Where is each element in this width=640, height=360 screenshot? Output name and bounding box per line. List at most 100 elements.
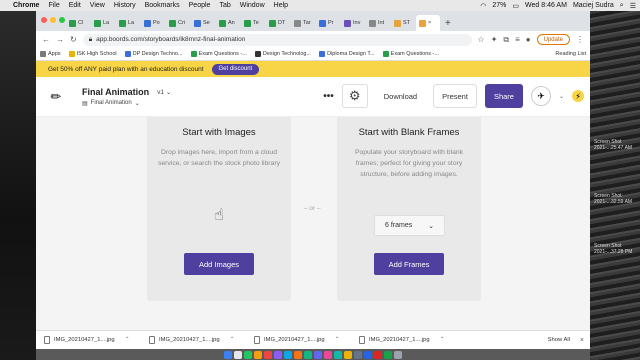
frames-count-select[interactable]: 6 frames ⌄ — [374, 215, 445, 236]
app-icon[interactable] — [344, 350, 352, 359]
more-menu-icon[interactable]: ⋮ — [576, 35, 584, 44]
bookmark-item[interactable]: Diploma Design T... — [319, 51, 375, 57]
app-icon[interactable] — [304, 350, 312, 359]
share-button[interactable]: Share — [484, 84, 523, 108]
app-icon[interactable] — [384, 350, 392, 359]
menu-help[interactable]: Help — [274, 2, 288, 9]
app-icon[interactable] — [334, 350, 342, 359]
address-bar[interactable]: 🔒︎ app.boords.com/storyboards/lk8mnz-fin… — [82, 33, 472, 46]
project-title[interactable]: Final Animation — [82, 87, 149, 97]
chevron-up-icon[interactable]: ⌃ — [125, 337, 130, 343]
extension-icon[interactable]: ✦ — [491, 35, 498, 44]
avatar[interactable]: ✈ — [530, 86, 551, 106]
trash-icon[interactable] — [394, 350, 402, 359]
browser-tab[interactable]: Po — [141, 15, 165, 31]
profile-icon[interactable]: ● — [526, 35, 531, 44]
browser-tab[interactable]: Inv — [341, 15, 365, 31]
desktop-file[interactable]: Screen Shot 2021-...25.47 AM — [594, 139, 638, 151]
get-discount-button[interactable]: Get discount — [211, 63, 260, 75]
chevron-up-icon[interactable]: ⌃ — [440, 337, 445, 343]
user-name[interactable]: Maciej Sudra — [573, 2, 614, 9]
app-icon[interactable] — [284, 350, 292, 359]
messages-icon[interactable] — [244, 350, 252, 359]
clock[interactable]: Wed 8:46 AM — [525, 2, 567, 9]
menu-file[interactable]: File — [48, 2, 59, 9]
chevron-up-icon[interactable]: ⌃ — [230, 337, 235, 343]
finder-icon[interactable] — [224, 350, 232, 359]
bookmark-item[interactable]: ISK High School — [68, 51, 117, 57]
app-icon[interactable] — [274, 350, 282, 359]
bookmark-item[interactable]: DP Design Techno... — [124, 51, 183, 57]
browser-tab[interactable]: La — [91, 15, 115, 31]
close-window-button[interactable] — [41, 17, 47, 23]
menu-edit[interactable]: Edit — [69, 2, 81, 9]
browser-tab[interactable]: Pr — [316, 15, 340, 31]
images-card[interactable]: Start with Images Drop images here, impo… — [147, 117, 291, 301]
download-item[interactable]: IMG_20210427_1....jpg ⌃ — [252, 336, 357, 344]
add-images-button[interactable]: Add Images — [184, 253, 254, 275]
browser-tab[interactable]: Se — [191, 15, 215, 31]
menu-view[interactable]: View — [90, 2, 105, 9]
browser-tab[interactable]: Cl — [66, 15, 90, 31]
browser-tab[interactable]: DT — [266, 15, 290, 31]
boords-logo-icon[interactable]: ✏︎ — [36, 77, 76, 117]
app-icon[interactable] — [354, 350, 362, 359]
search-icon[interactable]: ⌕ — [620, 2, 624, 10]
wifi-icon[interactable]: ◠ — [480, 2, 486, 10]
frames-card[interactable]: Start with Blank Frames Populate your st… — [337, 117, 481, 301]
update-button[interactable]: Update — [536, 34, 570, 45]
show-all-button[interactable]: Show All — [548, 337, 570, 343]
menu-chrome[interactable]: Chrome — [13, 2, 39, 9]
extensions-puzzle-icon[interactable]: ⧉ — [503, 35, 509, 45]
app-icon[interactable] — [364, 350, 372, 359]
battery-icon[interactable]: ▭ — [512, 2, 519, 10]
reading-list-icon[interactable]: ≡ — [515, 35, 520, 44]
more-options-icon[interactable]: ••• — [323, 91, 334, 102]
browser-tab[interactable]: Int — [366, 15, 390, 31]
reload-icon[interactable]: ↻ — [70, 35, 77, 44]
download-item[interactable]: IMG_20210427_1....jpg ⌃ — [42, 336, 147, 344]
launchpad-icon[interactable] — [234, 350, 242, 359]
present-button[interactable]: Present — [433, 84, 477, 108]
settings-button[interactable]: ⚙ — [341, 84, 368, 108]
download-item[interactable]: IMG_20210427_1....jpg ⌃ — [357, 336, 462, 344]
reading-list-button[interactable]: Reading List — [555, 51, 586, 57]
browser-tab-active[interactable]: × — [416, 15, 440, 31]
maximize-window-button[interactable] — [59, 17, 65, 23]
add-frames-button[interactable]: Add Frames — [374, 253, 444, 275]
menu-people[interactable]: People — [189, 2, 211, 9]
desktop-file[interactable]: Screen Shot 2021-...32.59 AM — [594, 193, 638, 205]
menu-window[interactable]: Window — [240, 2, 265, 9]
browser-tab[interactable]: Cri — [166, 15, 190, 31]
back-icon[interactable]: ← — [42, 35, 50, 44]
close-tab-icon[interactable]: × — [428, 20, 431, 26]
control-center-icon[interactable]: ☰ — [630, 2, 636, 10]
new-tab-button[interactable]: + — [445, 18, 451, 29]
bookmark-apps[interactable]: Apps — [40, 51, 61, 57]
chevron-up-icon[interactable]: ⌃ — [335, 337, 340, 343]
lightning-icon[interactable]: ⚡︎ — [572, 90, 584, 102]
menu-history[interactable]: History — [114, 2, 136, 9]
bookmark-item[interactable]: Design Technolog... — [254, 51, 311, 57]
app-icon[interactable] — [374, 350, 382, 359]
desktop-file[interactable]: Screen Shot 2021-...37.28 PM — [594, 243, 638, 255]
battery-text[interactable]: 27% — [492, 2, 506, 9]
chevron-down-icon[interactable]: ⌄ — [559, 93, 564, 100]
bookmark-item[interactable]: Exam Questions -... — [190, 51, 247, 57]
close-icon[interactable]: × — [580, 337, 584, 344]
menu-bookmarks[interactable]: Bookmarks — [145, 2, 180, 9]
download-button[interactable]: Download — [376, 84, 425, 108]
minimize-window-button[interactable] — [50, 17, 56, 23]
app-icon[interactable] — [324, 350, 332, 359]
calendar-icon[interactable] — [264, 350, 272, 359]
browser-tab[interactable]: Tar — [291, 15, 315, 31]
download-item[interactable]: IMG_20210427_1....jpg ⌃ — [147, 336, 252, 344]
browser-tab[interactable]: Te — [241, 15, 265, 31]
browser-tab[interactable]: An — [216, 15, 240, 31]
project-breadcrumb[interactable]: ▤ Final Animation ⌄ — [82, 100, 171, 107]
chrome-icon[interactable] — [254, 350, 262, 359]
browser-tab[interactable]: ST — [391, 15, 415, 31]
app-icon[interactable] — [314, 350, 322, 359]
bookmark-item[interactable]: Exam Questions -... — [382, 51, 439, 57]
menu-tab[interactable]: Tab — [219, 2, 230, 9]
